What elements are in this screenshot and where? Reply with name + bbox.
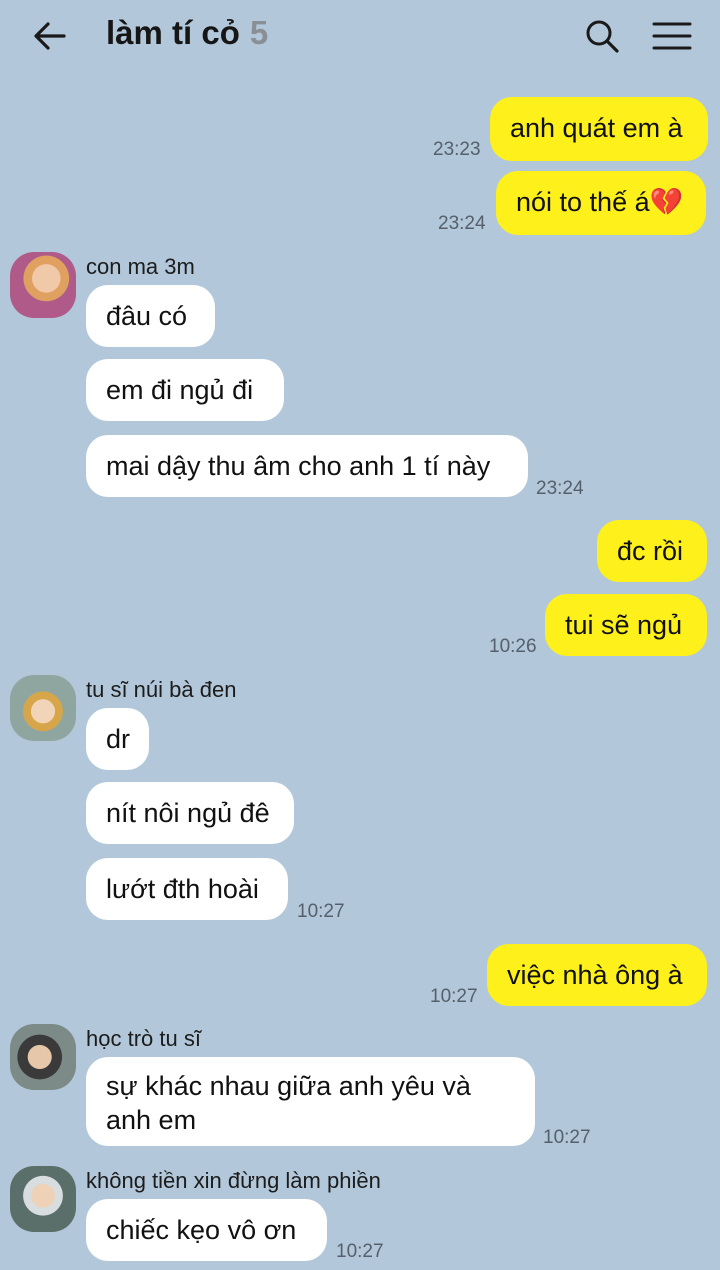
message-time: 10:27 — [543, 1127, 591, 1148]
my-message-bubble[interactable]: anh quát em à — [490, 97, 708, 161]
sender-name: tu sĩ núi bà đen — [86, 677, 237, 702]
message-text: em đi ngủ đi — [106, 375, 254, 405]
their-message-bubble[interactable]: dr — [86, 708, 149, 770]
hamburger-menu-icon[interactable] — [650, 16, 694, 56]
avatar[interactable] — [10, 1024, 76, 1090]
arrow-left-icon[interactable] — [30, 16, 70, 56]
my-message-bubble[interactable]: đc rồi — [597, 520, 707, 582]
their-message-bubble[interactable]: chiếc kẹo vô ơn — [86, 1199, 327, 1261]
message-text: mai dậy thu âm cho anh 1 tí này — [106, 451, 491, 481]
avatar[interactable] — [10, 1166, 76, 1232]
message-time: 10:27 — [430, 986, 478, 1007]
message-text: sự khác nhau giữa anh yêu và anh em — [106, 1071, 471, 1135]
chat-header: làm tí cỏ 5 — [0, 0, 720, 78]
message-text: nói to thế á — [516, 187, 650, 217]
broken-heart-emoji: 💔 — [649, 187, 684, 217]
message-text: chiếc kẹo vô ơn — [106, 1215, 297, 1245]
message-time: 23:24 — [536, 478, 584, 499]
message-text: đc rồi — [617, 536, 684, 566]
message-time: 10:27 — [297, 901, 345, 922]
my-message-bubble[interactable]: tui sẽ ngủ — [545, 594, 707, 656]
avatar[interactable] — [10, 252, 76, 318]
their-message-bubble[interactable]: nít nôi ngủ đê — [86, 782, 294, 844]
message-text: anh quát em à — [510, 113, 683, 143]
sender-name: không tiền xin đừng làm phiền — [86, 1168, 381, 1193]
avatar[interactable] — [10, 675, 76, 741]
message-text: việc nhà ông à — [507, 960, 683, 990]
chat-name: làm tí cỏ — [106, 14, 240, 51]
message-text: đâu có — [106, 301, 188, 331]
sender-name: học trò tu sĩ — [86, 1026, 201, 1051]
sender-name: con ma 3m — [86, 254, 195, 279]
message-text: tui sẽ ngủ — [565, 610, 683, 640]
message-time: 10:27 — [336, 1241, 384, 1262]
their-message-bubble[interactable]: mai dậy thu âm cho anh 1 tí này — [86, 435, 528, 497]
search-icon[interactable] — [582, 16, 622, 56]
message-time: 10:26 — [489, 636, 537, 657]
message-text: nít nôi ngủ đê — [106, 798, 270, 828]
message-time: 23:23 — [433, 139, 481, 160]
their-message-bubble[interactable]: sự khác nhau giữa anh yêu và anh em — [86, 1057, 535, 1146]
message-text: dr — [106, 724, 131, 754]
message-time: 23:24 — [438, 213, 486, 234]
their-message-bubble[interactable]: đâu có — [86, 285, 215, 347]
chat-title: làm tí cỏ 5 — [106, 14, 268, 52]
message-text: lướt đth hoài — [106, 874, 259, 904]
my-message-bubble[interactable]: việc nhà ông à — [487, 944, 707, 1006]
their-message-bubble[interactable]: lướt đth hoài — [86, 858, 288, 920]
their-message-bubble[interactable]: em đi ngủ đi — [86, 359, 284, 421]
member-count: 5 — [249, 14, 269, 51]
my-message-bubble[interactable]: nói to thế á💔 — [496, 171, 706, 235]
